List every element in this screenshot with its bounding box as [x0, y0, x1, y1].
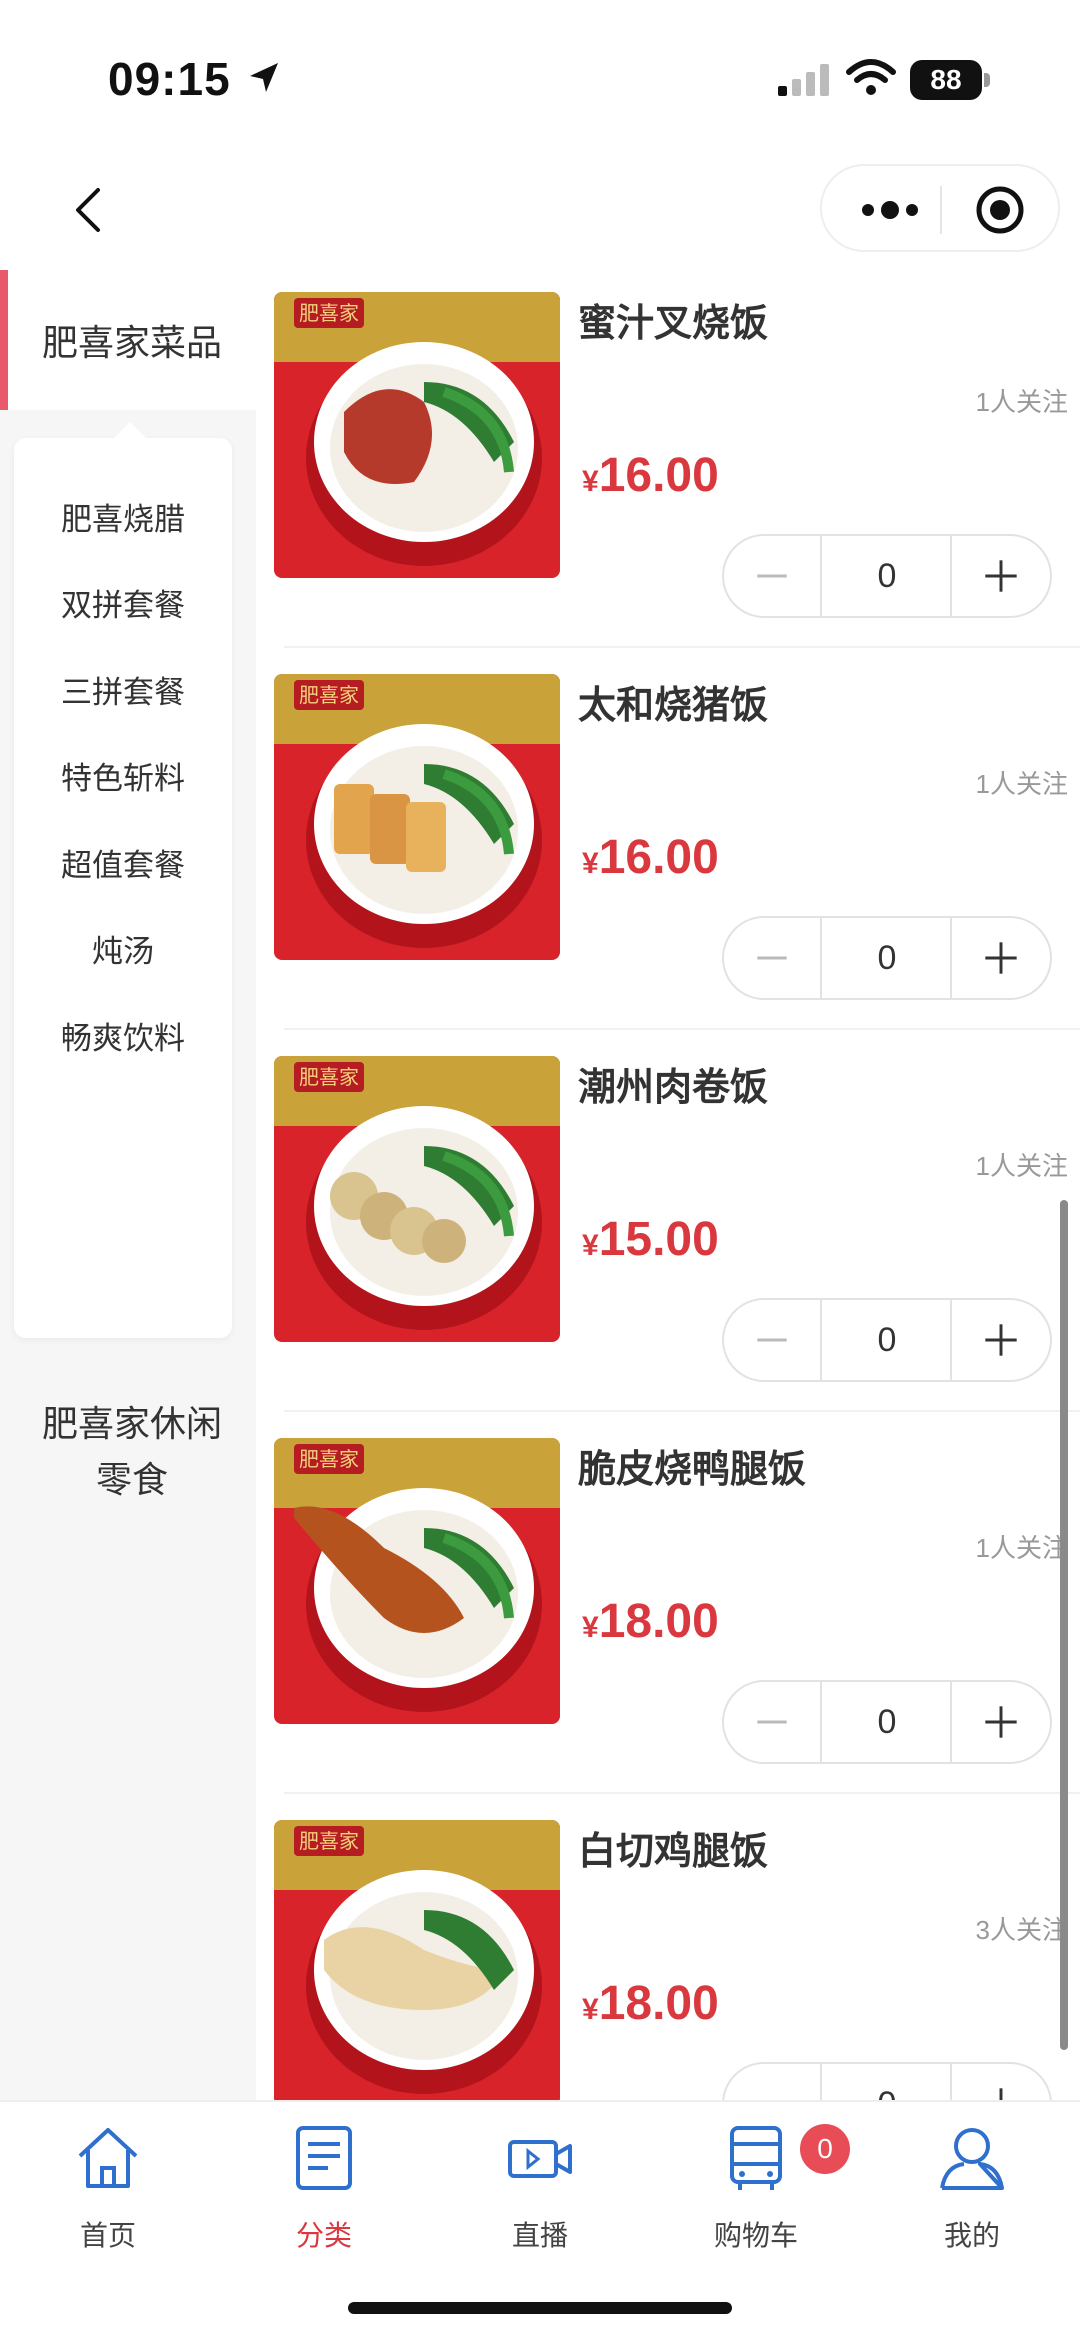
follow-count: 1人关注: [975, 387, 1068, 417]
status-time: 09:15: [108, 53, 231, 105]
product-price: ¥18.00: [582, 1595, 719, 1648]
follow-count: 1人关注: [975, 1533, 1068, 1563]
product-card[interactable]: 肥喜家 潮州肉卷饭 1人关注 ¥15.00 0: [274, 1030, 1080, 1412]
category-sidebar: 肥喜家菜品 肥喜烧腊 双拼套餐 三拼套餐 特色斩料 超值套餐 炖汤 畅爽饮料 肥…: [0, 266, 256, 2100]
category-snacks[interactable]: 肥喜家休闲零食: [0, 1396, 264, 1508]
subcategory-item[interactable]: 超值套餐: [14, 840, 232, 885]
product-card[interactable]: 肥喜家 蜜汁叉烧饭 1人关注 ¥16.00 0: [274, 266, 1080, 648]
minus-button[interactable]: [724, 536, 822, 616]
plus-button[interactable]: [950, 2064, 1050, 2100]
tab-live[interactable]: 直播: [450, 2122, 630, 2252]
tab-label: 购物车: [713, 2220, 798, 2251]
home-icon: [78, 2128, 138, 2188]
product-card[interactable]: 肥喜家 白切鸡腿饭 3人关注 ¥18.00 0: [274, 1794, 1080, 2100]
battery-level: 88: [910, 60, 982, 100]
brand-logo: 肥喜家: [299, 1829, 359, 1853]
tab-label: 分类: [295, 2220, 352, 2251]
cart-badge: 0: [800, 2124, 850, 2174]
quantity-value[interactable]: 0: [822, 1300, 952, 1380]
product-price: ¥15.00: [582, 1213, 719, 1266]
category-main-active[interactable]: 肥喜家菜品: [0, 266, 256, 410]
back-chevron-icon[interactable]: [60, 180, 120, 240]
more-dots-icon[interactable]: [858, 192, 922, 228]
plus-button[interactable]: [950, 918, 1050, 998]
home-indicator: [348, 2302, 732, 2314]
minus-button[interactable]: [724, 1300, 822, 1380]
tab-home[interactable]: 首页: [18, 2122, 198, 2252]
category-label: 肥喜家菜品: [41, 322, 222, 363]
product-name: 脆皮烧鸭腿饭: [578, 1449, 807, 1491]
product-card[interactable]: 肥喜家 太和烧猪饭 1人关注 ¥16.00 0: [274, 648, 1080, 1030]
miniprogram-capsule: [820, 164, 1060, 252]
quantity-stepper: 0: [722, 534, 1052, 618]
subcategory-item[interactable]: 畅爽饮料: [14, 1013, 232, 1058]
quantity-stepper: 0: [722, 1680, 1052, 1764]
subcategory-item[interactable]: 三拼套餐: [14, 667, 232, 712]
product-name: 白切鸡腿饭: [578, 1831, 769, 1873]
product-price: ¥16.00: [582, 831, 719, 884]
subcategory-item[interactable]: 双拼套餐: [14, 580, 232, 625]
status-bar: 09:15 88: [0, 0, 1080, 150]
quantity-value[interactable]: 0: [822, 536, 952, 616]
quantity-value[interactable]: 0: [822, 2064, 952, 2100]
live-video-icon: [508, 2140, 572, 2178]
category-icon: [296, 2126, 352, 2190]
minus-button[interactable]: [724, 2064, 822, 2100]
tab-label: 我的: [943, 2220, 1000, 2251]
quantity-stepper: 0: [722, 1298, 1052, 1382]
quantity-value[interactable]: 0: [822, 918, 952, 998]
minus-button[interactable]: [724, 918, 822, 998]
tab-profile[interactable]: 我的: [882, 2122, 1062, 2252]
cellular-signal-icon: [778, 64, 829, 96]
product-image[interactable]: 肥喜家: [274, 1056, 560, 1342]
brand-logo: 肥喜家: [299, 1447, 359, 1471]
product-name: 太和烧猪饭: [578, 685, 769, 727]
subcategory-item[interactable]: 特色斩料: [14, 753, 232, 798]
brand-logo: 肥喜家: [299, 1065, 359, 1089]
follow-count: 1人关注: [975, 769, 1068, 799]
quantity-stepper: 0: [722, 916, 1052, 1000]
brand-logo: 肥喜家: [299, 301, 359, 325]
profile-icon: [940, 2128, 1004, 2190]
product-name: 蜜汁叉烧饭: [578, 303, 769, 345]
list-scrollbar[interactable]: [1060, 1200, 1068, 2050]
product-image[interactable]: 肥喜家: [274, 292, 560, 578]
subcategory-item[interactable]: 炖汤: [14, 926, 232, 971]
subcategory-panel: 肥喜烧腊 双拼套餐 三拼套餐 特色斩料 超值套餐 炖汤 畅爽饮料: [14, 422, 232, 1338]
product-name: 潮州肉卷饭: [578, 1067, 769, 1109]
plus-button[interactable]: [950, 1682, 1050, 1762]
product-image[interactable]: 肥喜家: [274, 674, 560, 960]
product-list: 肥喜家 蜜汁叉烧饭 1人关注 ¥16.00 0 肥喜家 太和烧猪饭 1人关注 ¥…: [274, 266, 1080, 2100]
wifi-icon: [846, 59, 896, 95]
battery-icon: 88: [910, 60, 990, 100]
product-image[interactable]: 肥喜家: [274, 1438, 560, 1724]
plus-button[interactable]: [950, 536, 1050, 616]
quantity-stepper: 0: [722, 2062, 1052, 2100]
tab-category[interactable]: 分类: [234, 2122, 414, 2252]
subcategory-item[interactable]: 肥喜烧腊: [14, 494, 232, 539]
follow-count: 3人关注: [975, 1915, 1068, 1945]
close-miniprogram-icon[interactable]: [974, 184, 1026, 236]
tab-label: 直播: [511, 2220, 568, 2251]
product-image[interactable]: 肥喜家: [274, 1820, 560, 2100]
product-card[interactable]: 肥喜家 脆皮烧鸭腿饭 1人关注 ¥18.00 0: [274, 1412, 1080, 1794]
tab-label: 首页: [79, 2220, 136, 2251]
plus-button[interactable]: [950, 1300, 1050, 1380]
minus-button[interactable]: [724, 1682, 822, 1762]
location-arrow-icon: [250, 63, 278, 92]
product-price: ¥16.00: [582, 449, 719, 502]
follow-count: 1人关注: [975, 1151, 1068, 1181]
product-price: ¥18.00: [582, 1977, 719, 2030]
brand-logo: 肥喜家: [299, 683, 359, 707]
cart-icon: [730, 2126, 782, 2190]
quantity-value[interactable]: 0: [822, 1682, 952, 1762]
